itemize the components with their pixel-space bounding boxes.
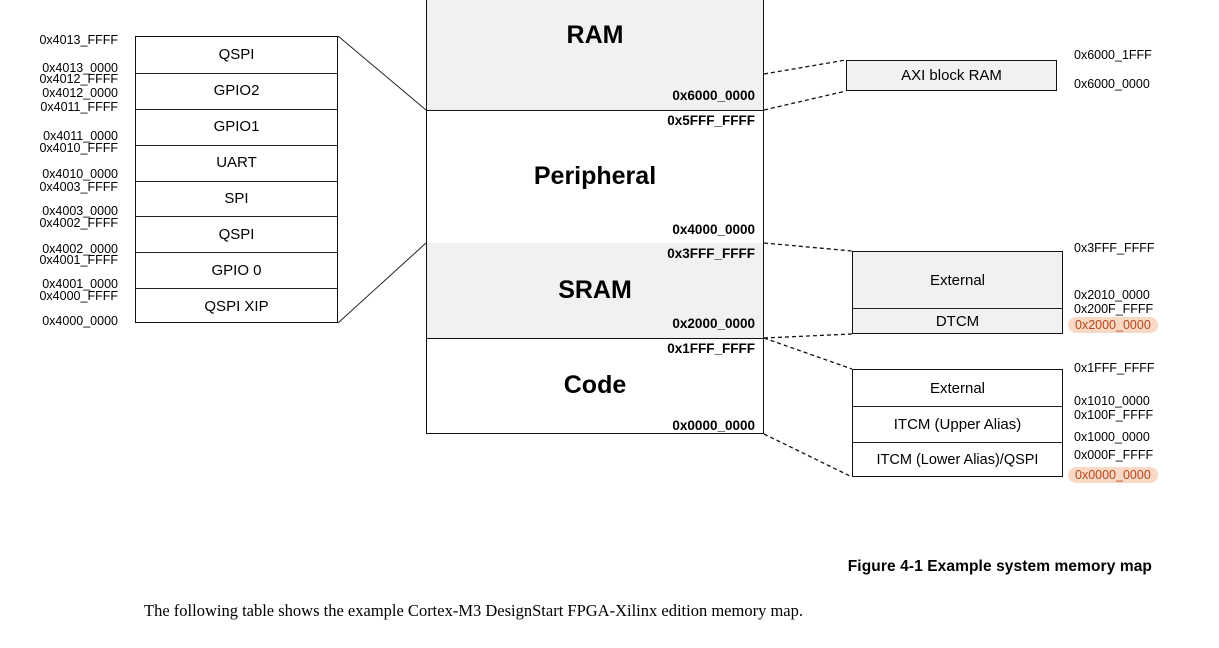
address-label-0x4002-ffff: 0x4002_FFFF: [39, 216, 118, 230]
peripheral-detail-box: QSPI GPIO2 GPIO1 UART SPI QSPI GPIO 0 QS…: [135, 36, 338, 323]
address-label-0x4000-ffff: 0x4000_FFFF: [39, 289, 118, 303]
address-label-0x0000-0000-main: 0x0000_0000: [672, 418, 755, 433]
main-memory-map-column: RAM Peripheral SRAM Code: [426, 0, 764, 434]
address-label-0x4010-0000: 0x4010_0000: [42, 167, 118, 181]
code-row-itcm-upper-alias: ITCM (Upper Alias): [893, 415, 1022, 433]
address-label-0x3fff-ffff: 0x3FFF_FFFF: [1074, 241, 1155, 255]
address-label-0x2010-0000: 0x2010_0000: [1074, 288, 1150, 302]
address-label-0x4012-0000: 0x4012_0000: [42, 86, 118, 100]
address-label-0x5fff-ffff: 0x5FFF_FFFF: [667, 113, 755, 128]
address-label-0x6000-1fff: 0x6000_1FFF: [1074, 48, 1152, 62]
address-label-0x6000-0000: 0x6000_0000: [1074, 77, 1150, 91]
address-label-0x2000-0000-highlight: 0x2000_0000: [1068, 317, 1158, 333]
peripheral-row-qspi-top: QSPI: [218, 46, 255, 64]
axi-block-ram-box: AXI block RAM: [846, 60, 1057, 91]
memory-map-figure: QSPI GPIO2 GPIO1 UART SPI QSPI GPIO 0 QS…: [0, 0, 1219, 648]
address-label-0x4001-ffff: 0x4001_FFFF: [39, 253, 118, 267]
address-label-0x4012-ffff: 0x4012_FFFF: [39, 72, 118, 86]
code-row-external: External: [929, 379, 986, 397]
address-label-0x1fff-ffff-main: 0x1FFF_FFFF: [667, 341, 755, 356]
body-paragraph: The following table shows the example Co…: [144, 601, 803, 620]
peripheral-row-gpio0: GPIO 0: [211, 261, 262, 279]
peripheral-row-spi: SPI: [224, 189, 249, 207]
address-label-0x4000-0000: 0x4000_0000: [42, 314, 118, 328]
address-label-0x4013-ffff: 0x4013_FFFF: [39, 33, 118, 47]
address-label-0x3fff-ffff-main: 0x3FFF_FFFF: [667, 246, 755, 261]
address-label-0x4003-ffff: 0x4003_FFFF: [39, 180, 118, 194]
axi-block-ram-label: AXI block RAM: [901, 67, 1002, 84]
code-row-itcm-lower-alias-qspi: ITCM (Lower Alias)/QSPI: [876, 452, 1039, 468]
sram-row-external: External: [929, 271, 986, 289]
peripheral-row-uart: UART: [216, 154, 257, 172]
address-label-0x0000-0000-highlight: 0x0000_0000: [1068, 467, 1158, 483]
address-label-0x4010-ffff: 0x4010_FFFF: [39, 141, 118, 155]
address-label-0x4000-0000-main: 0x4000_0000: [672, 222, 755, 237]
segment-title-peripheral: Peripheral: [533, 161, 657, 190]
segment-title-sram: SRAM: [558, 275, 632, 304]
address-label-0x1010-0000: 0x1010_0000: [1074, 394, 1150, 408]
address-label-0x1000-0000: 0x1000_0000: [1074, 430, 1150, 444]
sram-detail-box: External DTCM: [852, 251, 1063, 334]
peripheral-row-qspi: QSPI: [218, 225, 255, 243]
address-label-0x1fff-ffff: 0x1FFF_FFFF: [1074, 361, 1155, 375]
address-label-0x100f-ffff: 0x100F_FFFF: [1074, 408, 1154, 422]
address-label-0x200f-ffff: 0x200F_FFFF: [1074, 302, 1154, 316]
segment-title-ram: RAM: [566, 20, 624, 49]
address-label-0x4011-ffff: 0x4011_FFFF: [40, 100, 118, 114]
address-label-0x000f-ffff: 0x000F_FFFF: [1074, 448, 1154, 462]
address-label-0x6000-0000: 0x6000_0000: [672, 88, 755, 103]
peripheral-row-gpio2: GPIO2: [213, 82, 260, 100]
segment-title-code: Code: [563, 371, 627, 400]
address-label-0x2000-0000-main: 0x2000_0000: [672, 316, 755, 331]
code-detail-box: External ITCM (Upper Alias) ITCM (Lower …: [852, 369, 1063, 477]
sram-row-dtcm: DTCM: [935, 313, 980, 330]
peripheral-row-gpio1: GPIO1: [213, 118, 260, 136]
figure-caption: Figure 4-1 Example system memory map: [847, 558, 1152, 575]
peripheral-row-qspi-xip: QSPI XIP: [204, 297, 269, 315]
